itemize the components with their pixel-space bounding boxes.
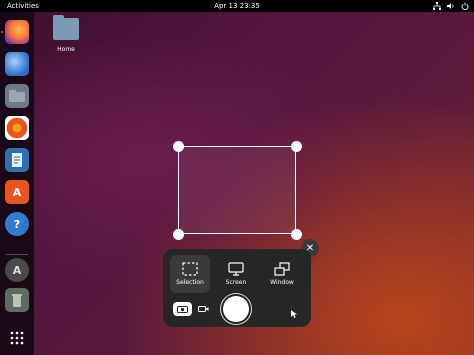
writer-icon[interactable] [5,148,29,172]
rhythmbox-icon[interactable] [5,116,29,140]
pointer-icon [291,310,297,318]
software-updater-icon[interactable]: A [5,258,29,282]
screenshot-toggle[interactable] [173,302,192,316]
files-icon[interactable] [5,84,29,108]
running-indicator [1,31,3,33]
camera-icon [177,306,188,313]
help-icon[interactable]: ? [5,212,29,236]
selection-handle-bottom-right[interactable] [291,229,302,240]
mode-screen-button[interactable]: Screen [216,255,256,293]
volume-icon [447,2,455,10]
show-pointer-toggle[interactable] [290,304,298,323]
dock: A ? A [0,12,34,355]
firefox-icon[interactable] [5,20,29,44]
video-camera-icon [198,306,209,312]
clock[interactable]: Apr 13 23:35 [0,0,474,12]
selection-icon [182,262,198,276]
capture-type-toggle[interactable] [173,302,215,316]
mode-selection-button[interactable]: Selection [170,255,210,293]
show-apps-icon[interactable] [5,326,29,350]
desktop-home-folder[interactable]: Home [50,15,82,53]
thunderbird-icon[interactable] [5,52,29,76]
mode-window-button[interactable]: Window [262,255,302,293]
capture-button[interactable] [223,296,249,322]
top-bar: Activities Apr 13 23:35 [0,0,474,12]
screencast-toggle[interactable] [194,302,213,316]
power-icon [461,2,469,10]
mode-window-label: Window [270,279,294,286]
trash-icon[interactable] [5,288,29,312]
window-icon [274,262,290,276]
selection-area[interactable] [178,146,296,234]
mode-screen-label: Screen [225,279,247,286]
network-icon [433,2,441,10]
app-center-icon[interactable]: A [5,180,29,204]
screenshot-panel: Selection Screen Window [163,249,311,327]
folder-icon [53,15,79,40]
home-label: Home [57,46,75,53]
mode-selection-label: Selection [176,279,204,286]
dock-separator [6,254,28,255]
selection-handle-bottom-left[interactable] [173,229,184,240]
screen-icon [228,262,244,276]
selection-handle-top-right[interactable] [291,141,302,152]
selection-handle-top-left[interactable] [173,141,184,152]
system-tray[interactable] [433,0,469,12]
